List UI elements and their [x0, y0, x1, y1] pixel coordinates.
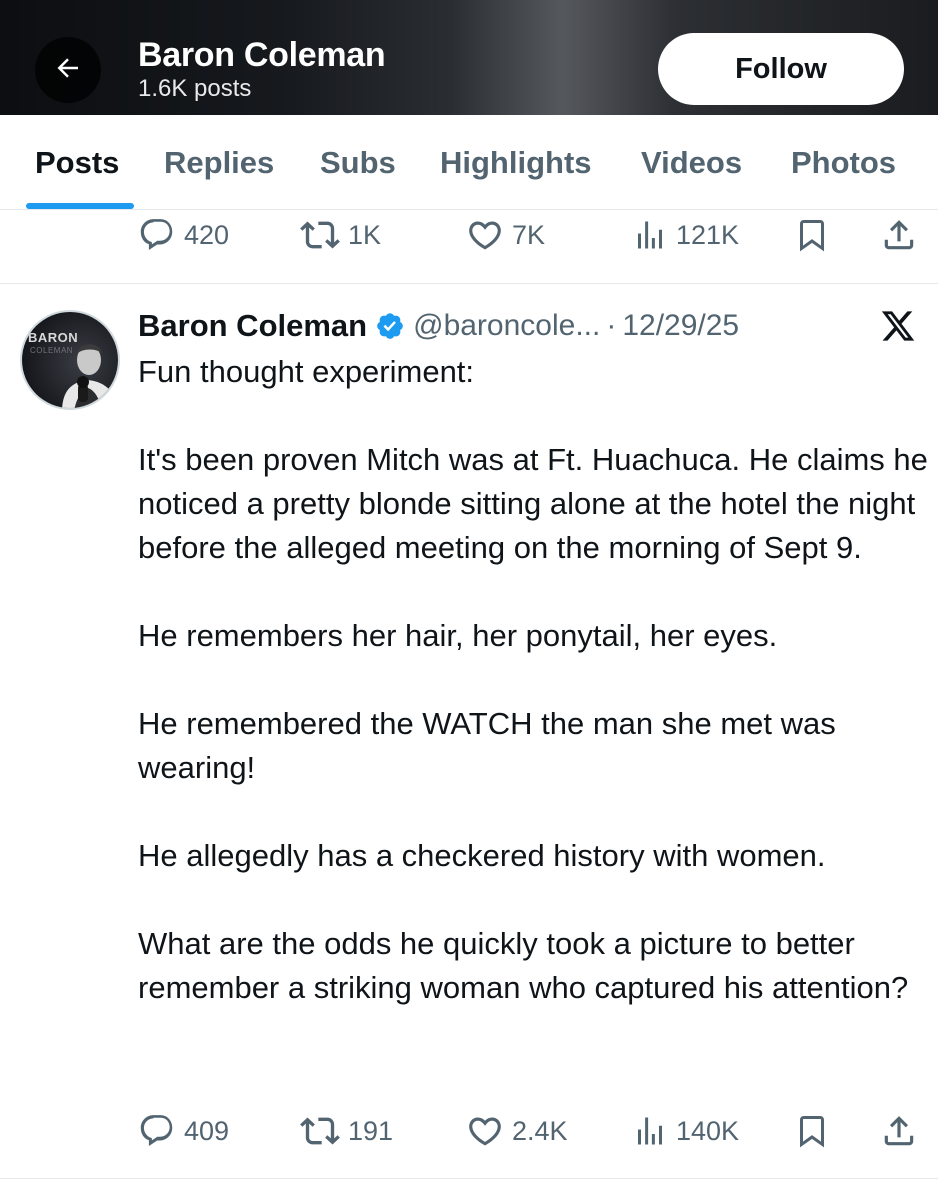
post-divider [0, 1178, 938, 1179]
previous-post-actions: 420 1K 7K 121K [0, 210, 938, 260]
reply-count: 420 [184, 219, 230, 250]
repost-button[interactable]: 1K [300, 210, 381, 260]
post-header: Baron Coleman @baroncole... · 12/29/25 [138, 304, 739, 348]
share-button[interactable] [880, 1106, 918, 1156]
share-icon [880, 216, 918, 254]
tab-replies[interactable]: Replies [164, 145, 274, 181]
views-icon [632, 1113, 668, 1149]
bookmark-icon [794, 217, 830, 253]
profile-tabs: Posts Replies Subs Highlights Videos Pho… [0, 115, 938, 210]
like-count: 2.4K [512, 1115, 568, 1146]
heart-icon [466, 1112, 504, 1150]
author-name[interactable]: Baron Coleman [138, 308, 367, 344]
post-paragraph: He remembers her hair, her ponytail, her… [138, 618, 778, 653]
reply-icon [138, 1112, 176, 1150]
profile-name: Baron Coleman [138, 36, 386, 74]
repost-count: 1K [348, 219, 382, 250]
views-count: 121K [676, 219, 740, 250]
post-paragraph: He allegedly has a checkered history wit… [138, 838, 826, 873]
separator-dot: · [606, 309, 617, 342]
views-icon [632, 217, 668, 253]
reply-button[interactable]: 409 [138, 1106, 229, 1156]
share-button[interactable] [880, 210, 918, 260]
bookmark-button[interactable] [794, 210, 830, 260]
tab-photos[interactable]: Photos [791, 145, 896, 181]
repost-icon [300, 1111, 340, 1151]
reply-count: 409 [184, 1115, 230, 1146]
post-paragraph: He remembered the WATCH the man she met … [138, 706, 836, 785]
post-count: 1.6K posts [138, 75, 252, 102]
post-paragraph: Fun thought experiment: [138, 354, 475, 389]
follow-button[interactable]: Follow [658, 33, 904, 105]
like-button[interactable]: 7K [466, 210, 545, 260]
views-button[interactable]: 140K [632, 1106, 739, 1156]
bookmark-icon [794, 1113, 830, 1149]
post-paragraph: It's been proven Mitch was at Ft. Huachu… [138, 442, 928, 565]
verified-badge-icon [375, 311, 405, 341]
avatar-text-top: BARON [28, 330, 79, 345]
views-count: 140K [676, 1115, 740, 1146]
repost-icon [300, 215, 340, 255]
post-actions: 409 191 2.4K 140K [0, 1106, 938, 1156]
repost-count: 191 [348, 1115, 394, 1146]
like-button[interactable]: 2.4K [466, 1106, 568, 1156]
post-date[interactable]: 12/29/25 [622, 309, 739, 343]
post-text: Fun thought experiment: It's been proven… [138, 350, 928, 1010]
share-icon [880, 1112, 918, 1150]
post-divider [0, 283, 938, 284]
tab-videos[interactable]: Videos [641, 145, 742, 181]
reply-button[interactable]: 420 [138, 210, 229, 260]
tab-highlights[interactable]: Highlights [440, 145, 592, 181]
bookmark-button[interactable] [794, 1106, 830, 1156]
arrow-left-icon [53, 53, 83, 88]
avatar[interactable]: BARON COLEMAN [20, 310, 120, 410]
tab-posts[interactable]: Posts [35, 145, 119, 181]
reply-icon [138, 216, 176, 254]
active-tab-indicator [26, 203, 134, 209]
x-logo-icon [880, 308, 916, 344]
repost-button[interactable]: 191 [300, 1106, 393, 1156]
views-button[interactable]: 121K [632, 210, 739, 260]
avatar-text-bottom: COLEMAN [30, 346, 74, 355]
like-count: 7K [512, 219, 546, 250]
post-paragraph: What are the odds he quickly took a pict… [138, 926, 909, 1005]
heart-icon [466, 216, 504, 254]
back-button[interactable] [35, 37, 101, 103]
tab-subs[interactable]: Subs [320, 145, 396, 181]
author-handle[interactable]: @baroncole... [413, 309, 600, 343]
profile-header: Baron Coleman 1.6K posts Follow [0, 0, 938, 115]
